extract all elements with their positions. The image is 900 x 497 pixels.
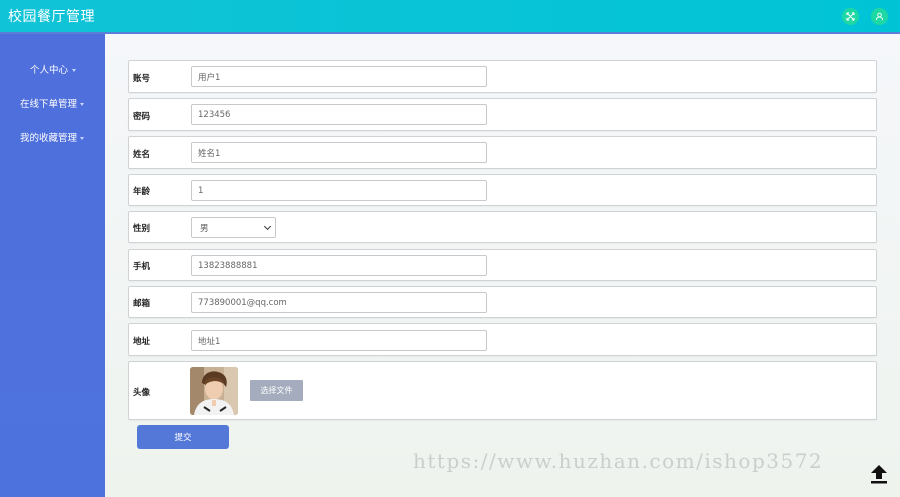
- address-label: 地址: [133, 337, 151, 347]
- back-to-top-button[interactable]: [870, 464, 888, 484]
- user-icon: [875, 12, 884, 21]
- sidebar-item-personal-center[interactable]: 个人中心: [0, 61, 105, 81]
- name-label: 姓名: [133, 150, 151, 160]
- email-label: 邮箱: [133, 299, 151, 309]
- form-row-address: 地址: [128, 323, 877, 356]
- gender-select[interactable]: 男: [191, 217, 276, 238]
- account-label: 账号: [133, 74, 151, 84]
- caret-down-icon: [80, 137, 84, 140]
- form-row-avatar: 头像 选择文件: [128, 361, 877, 420]
- phone-input[interactable]: [191, 255, 487, 276]
- user-button[interactable]: [871, 8, 888, 25]
- form-row-gender: 性别 男: [128, 211, 877, 243]
- age-label: 年龄: [133, 187, 151, 197]
- submit-button[interactable]: 提交: [137, 425, 229, 449]
- phone-label: 手机: [133, 262, 151, 272]
- caret-down-icon: [72, 69, 76, 72]
- age-input[interactable]: [191, 180, 487, 201]
- sidebar: 个人中心 在线下单管理 我的收藏管理: [0, 34, 105, 497]
- sidebar-item-my-favorites[interactable]: 我的收藏管理: [0, 129, 105, 149]
- sidebar-item-label: 个人中心: [30, 65, 69, 76]
- account-input[interactable]: [191, 66, 487, 87]
- avatar-label: 头像: [133, 388, 151, 398]
- address-input[interactable]: [191, 330, 487, 351]
- caret-down-icon: [80, 103, 84, 106]
- app-title: 校园餐厅管理: [8, 9, 95, 25]
- password-input[interactable]: [191, 104, 487, 125]
- email-input[interactable]: [191, 292, 487, 313]
- top-bar: 校园餐厅管理: [0, 0, 900, 34]
- form-row-email: 邮箱: [128, 286, 877, 318]
- chevron-down-icon: [263, 222, 272, 231]
- avatar-image: [190, 367, 238, 415]
- form-row-account: 账号: [128, 60, 877, 93]
- arrow-up-icon: [871, 465, 887, 484]
- fullscreen-icon: [846, 12, 855, 21]
- gender-label: 性别: [133, 224, 151, 234]
- name-input[interactable]: [191, 142, 487, 163]
- fullscreen-button[interactable]: [842, 8, 859, 25]
- sidebar-item-online-orders[interactable]: 在线下单管理: [0, 95, 105, 115]
- form-row-phone: 手机: [128, 249, 877, 281]
- choose-file-button[interactable]: 选择文件: [250, 380, 303, 401]
- sidebar-item-label: 在线下单管理: [20, 99, 78, 110]
- form-row-password: 密码: [128, 98, 877, 131]
- password-label: 密码: [133, 112, 151, 122]
- watermark: https://www.huzhan.com/ishop3572: [413, 449, 824, 473]
- gender-selected-value: 男: [200, 224, 209, 234]
- sidebar-item-label: 我的收藏管理: [20, 133, 78, 144]
- form-row-name: 姓名: [128, 136, 877, 169]
- form-row-age: 年龄: [128, 174, 877, 206]
